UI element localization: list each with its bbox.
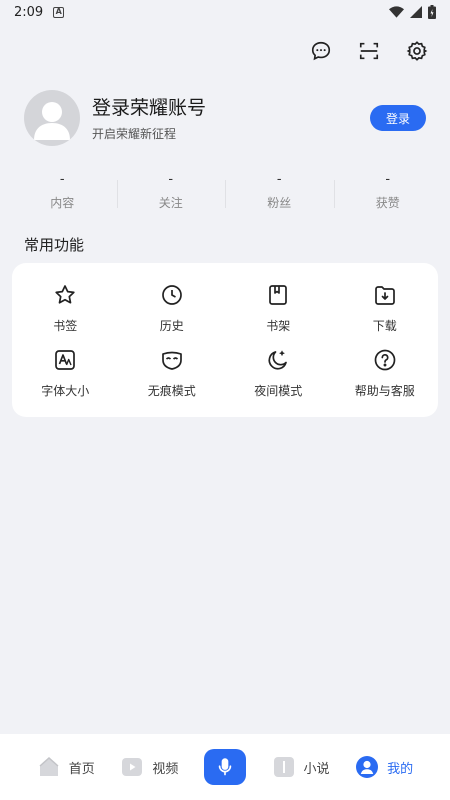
stat-label: 获赞 xyxy=(375,196,400,210)
function-label: 帮助与客服 xyxy=(354,383,415,398)
nav-video[interactable]: 视频 xyxy=(120,755,178,779)
stat-label: 关注 xyxy=(158,196,183,210)
moon-icon xyxy=(265,347,291,373)
nav-novel[interactable]: 小说 xyxy=(272,755,330,779)
account-title[interactable]: 登录荣耀账号 xyxy=(92,95,370,121)
function-label: 无痕模式 xyxy=(147,383,196,398)
profile-icon xyxy=(356,756,379,778)
status-time: 2:09 xyxy=(14,4,44,20)
stat-value: - xyxy=(59,172,65,187)
stat-value: - xyxy=(385,172,391,187)
bottom-nav: 首页 视频 小说 我的 xyxy=(0,734,450,800)
home-icon xyxy=(39,756,59,776)
function-bookmarks[interactable]: 书签 xyxy=(12,275,119,340)
function-label: 下载 xyxy=(372,318,397,333)
function-bookshelf[interactable]: 书架 xyxy=(225,275,332,340)
status-bar: 2:09 A xyxy=(0,0,450,24)
battery-icon xyxy=(428,5,436,19)
function-night-mode[interactable]: 夜间模式 xyxy=(225,340,332,405)
function-label: 书架 xyxy=(266,318,291,333)
download-icon xyxy=(372,282,398,308)
section-title: 常用功能 xyxy=(24,236,85,254)
function-incognito[interactable]: 无痕模式 xyxy=(119,340,226,405)
function-history[interactable]: 历史 xyxy=(119,275,226,340)
login-button[interactable]: 登录 xyxy=(370,105,426,131)
nav-home-label: 首页 xyxy=(68,761,95,777)
nav-home[interactable]: 首页 xyxy=(37,755,95,779)
stat-likes[interactable]: - 获赞 xyxy=(333,172,443,212)
function-help[interactable]: 帮助与客服 xyxy=(332,340,439,405)
signal-icon xyxy=(410,6,422,18)
stat-content[interactable]: - 内容 xyxy=(8,172,117,212)
nav-video-label: 视频 xyxy=(152,761,179,777)
stat-following[interactable]: - 关注 xyxy=(116,172,226,212)
help-icon xyxy=(372,347,398,373)
nav-mine-label: 我的 xyxy=(387,761,414,777)
nav-novel-label: 小说 xyxy=(303,761,330,777)
message-icon[interactable] xyxy=(308,38,334,64)
function-label: 书签 xyxy=(53,318,78,333)
star-icon xyxy=(52,282,78,308)
stat-value: - xyxy=(276,172,282,187)
avatar[interactable] xyxy=(24,90,80,146)
common-functions-card: 书签 历史 书架 下载 字体大小 无痕模式 夜间模式 帮助与客服 xyxy=(12,263,438,417)
function-label: 历史 xyxy=(159,318,184,333)
function-label: 夜间模式 xyxy=(254,383,303,398)
bookshelf-icon xyxy=(265,282,291,308)
clock-icon xyxy=(159,282,185,308)
font-size-icon xyxy=(52,347,78,373)
stats-row: - 内容 - 关注 - 粉丝 - 获赞 xyxy=(8,172,442,212)
top-actions xyxy=(308,38,430,64)
avatar-person-icon xyxy=(34,102,70,140)
mask-icon xyxy=(159,347,185,373)
function-downloads[interactable]: 下载 xyxy=(332,275,439,340)
scan-icon[interactable] xyxy=(356,38,382,64)
microphone-icon xyxy=(218,758,232,776)
stat-value: - xyxy=(168,172,174,187)
function-label: 字体大小 xyxy=(41,383,90,398)
account-subtitle: 开启荣耀新征程 xyxy=(92,126,177,141)
settings-icon[interactable] xyxy=(404,38,430,64)
notification-icon: A xyxy=(53,6,65,18)
book-icon xyxy=(273,757,294,777)
profile-header: 登录荣耀账号 开启荣耀新征程 登录 xyxy=(24,90,426,146)
wifi-icon xyxy=(389,6,404,18)
voice-search-button[interactable] xyxy=(203,749,246,785)
stat-label: 内容 xyxy=(50,196,75,210)
video-icon xyxy=(122,758,143,776)
stat-followers[interactable]: - 粉丝 xyxy=(225,172,334,212)
stat-label: 粉丝 xyxy=(267,196,292,210)
nav-mine[interactable]: 我的 xyxy=(355,755,413,779)
function-font-size[interactable]: 字体大小 xyxy=(12,340,119,405)
